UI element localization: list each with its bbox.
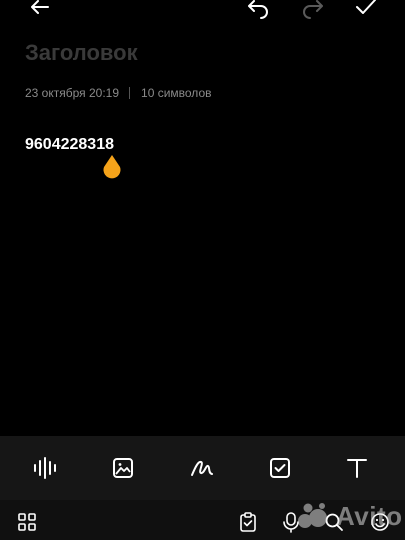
drawing-button[interactable] xyxy=(184,450,220,486)
back-button[interactable] xyxy=(22,0,58,22)
checkbox-icon xyxy=(270,458,290,478)
note-date: 23 октября 20:19 xyxy=(25,86,120,100)
avito-logo-icon xyxy=(298,503,327,528)
apps-grid-icon xyxy=(18,513,36,531)
back-arrow-icon xyxy=(31,0,49,14)
undo-button[interactable] xyxy=(240,0,276,22)
check-icon xyxy=(356,0,376,14)
text-cursor-handle[interactable] xyxy=(101,154,123,182)
meta-divider xyxy=(129,87,131,99)
handwriting-icon xyxy=(191,460,213,476)
top-app-bar xyxy=(0,0,405,24)
voice-record-button[interactable] xyxy=(27,450,63,486)
redo-icon xyxy=(303,0,323,19)
text-format-button[interactable] xyxy=(339,450,375,486)
avito-watermark: Avito xyxy=(296,500,403,532)
text-format-icon xyxy=(347,459,367,478)
avito-watermark-text: Avito xyxy=(336,500,403,531)
note-title-field[interactable]: Заголовок xyxy=(25,40,138,66)
clipboard-icon xyxy=(240,512,256,532)
note-content[interactable]: 9604228318 xyxy=(25,136,114,154)
undo-icon xyxy=(248,0,268,19)
image-icon xyxy=(113,458,133,478)
note-meta: 23 октября 20:19 10 символов xyxy=(25,86,212,100)
audio-waveform-icon xyxy=(34,457,56,479)
apps-button[interactable] xyxy=(16,511,38,533)
done-button[interactable] xyxy=(348,0,384,22)
note-char-count: 10 символов xyxy=(141,86,212,100)
checklist-button[interactable] xyxy=(262,450,298,486)
insert-image-button[interactable] xyxy=(105,450,141,486)
clipboard-button[interactable] xyxy=(237,511,259,533)
editor-toolbar xyxy=(0,436,405,500)
redo-button[interactable] xyxy=(295,0,331,22)
